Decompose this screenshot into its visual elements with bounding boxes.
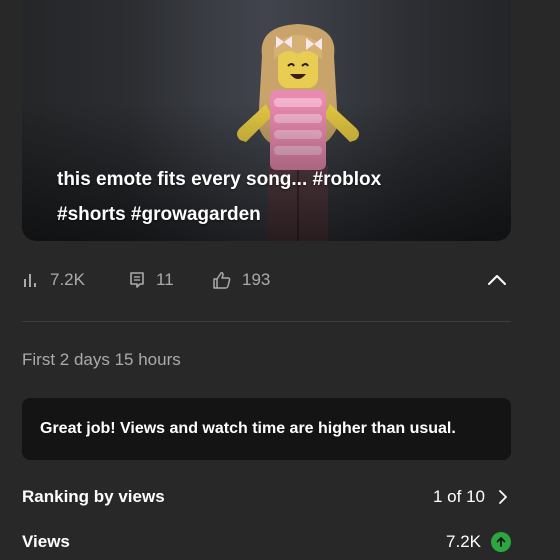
collapse-button[interactable]	[483, 266, 511, 294]
views-count: 7.2K	[50, 270, 85, 289]
chevron-right-icon	[499, 490, 507, 504]
views-metric-value: 7.2K	[446, 532, 481, 551]
video-title-line-1: this emote fits every song... #roblox	[57, 169, 382, 190]
video-thumbnail[interactable]: this emote fits every song... #roblox #s…	[22, 0, 511, 241]
views-metric-label: Views	[22, 532, 70, 551]
views-metric-row: Views 7.2K	[22, 527, 511, 557]
video-stats-row: 7.2K 11 193	[22, 262, 511, 298]
ranking-value: 1 of 10	[433, 487, 485, 506]
comment-icon	[130, 272, 144, 288]
performance-insight-card: Great job! Views and watch time are high…	[22, 398, 511, 460]
video-title-line-2: #shorts #growagarden	[57, 204, 261, 225]
likes-count: 193	[242, 270, 271, 289]
comments-stat: 11	[128, 262, 174, 298]
views-stat: 7.2K	[22, 262, 85, 298]
ranking-row[interactable]: Ranking by views 1 of 10	[22, 482, 511, 512]
time-period-label: First 2 days 15 hours	[22, 350, 181, 369]
likes-stat: 193	[212, 262, 270, 298]
bar-chart-icon	[24, 274, 36, 287]
insight-text: Great job! Views and watch time are high…	[40, 420, 456, 437]
ranking-label: Ranking by views	[22, 487, 165, 506]
comments-count: 11	[156, 270, 174, 289]
views-metric-value-group: 7.2K	[446, 527, 511, 557]
video-analytics-panel: this emote fits every song... #roblox #s…	[0, 0, 560, 560]
chevron-up-icon	[488, 275, 506, 285]
trend-up-icon	[491, 532, 511, 552]
ranking-value-group: 1 of 10	[433, 482, 511, 512]
section-divider	[22, 321, 511, 322]
thumbs-up-icon	[213, 272, 231, 289]
video-title: this emote fits every song... #roblox #s…	[57, 162, 477, 232]
